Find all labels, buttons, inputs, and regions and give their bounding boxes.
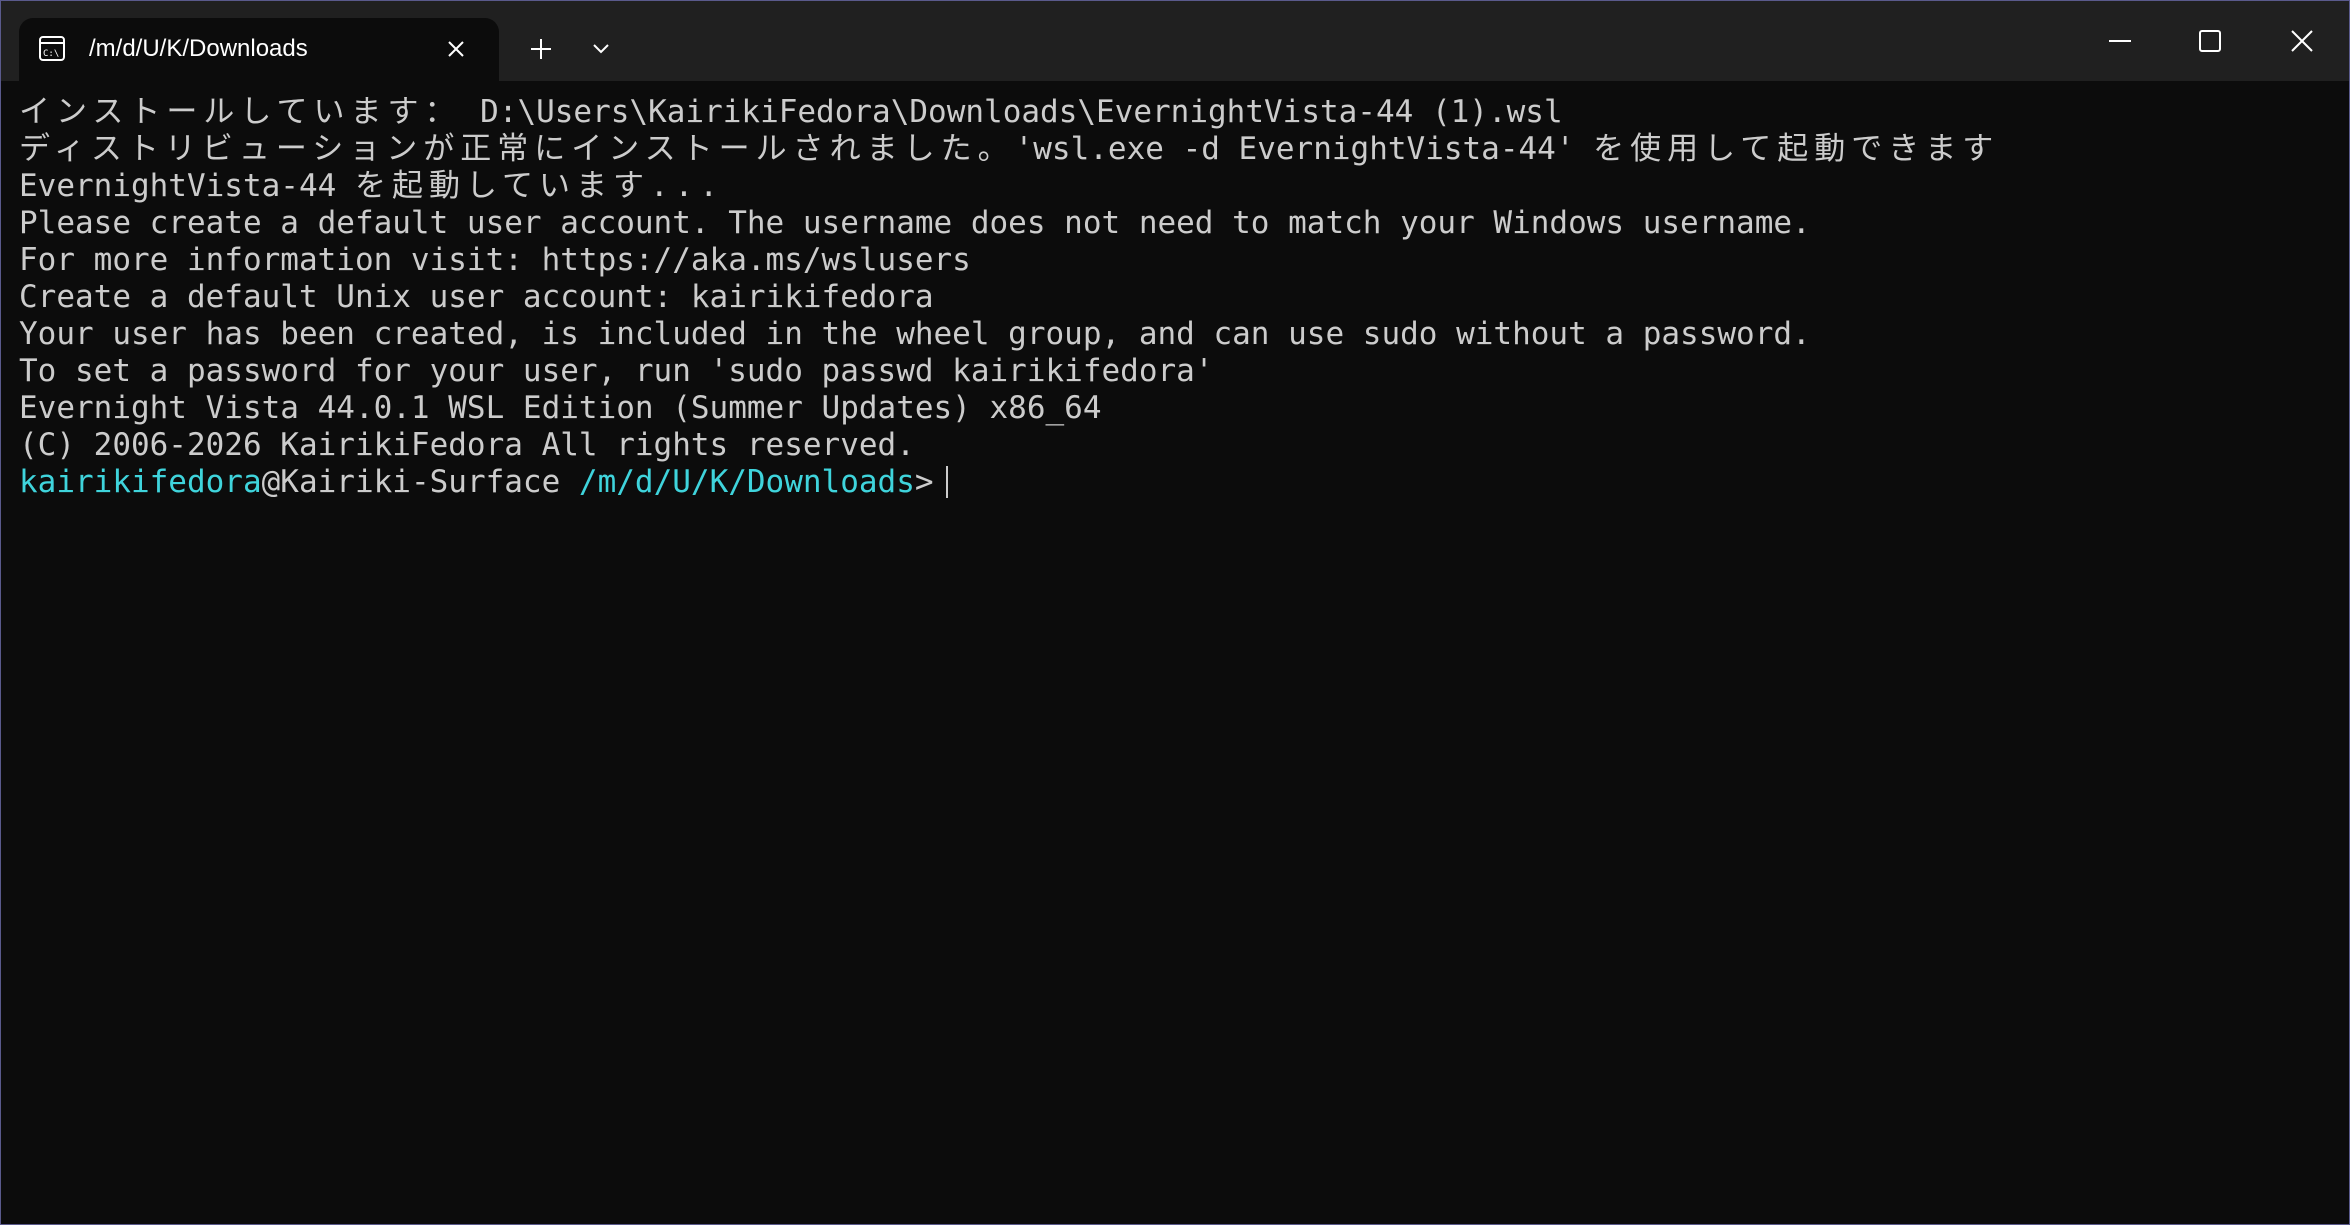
plus-icon[interactable] <box>521 29 561 69</box>
prompt-user: kairikifedora <box>19 464 262 500</box>
output-line: EvernightVista-44 を起動しています... <box>19 168 725 204</box>
output-line: ディストリビューションが正常にインストールされました。'wsl.exe -d E… <box>19 131 2000 167</box>
close-icon[interactable] <box>2277 16 2327 66</box>
output-line: Evernight Vista 44.0.1 WSL Edition (Summ… <box>19 390 1102 426</box>
output-line: インストールしています： D:\Users\KairikiFedora\Down… <box>19 94 1563 130</box>
tab-title: /m/d/U/K/Downloads <box>89 35 308 62</box>
maximize-icon[interactable] <box>2185 16 2235 66</box>
output-line: Your user has been created, is included … <box>19 316 1811 352</box>
output-line: To set a password for your user, run 'su… <box>19 353 1214 389</box>
output-line: Create a default Unix user account: kair… <box>19 279 934 315</box>
prompt-host: @Kairiki-Surface <box>261 464 579 500</box>
tab-close-icon[interactable] <box>439 32 473 66</box>
text-cursor <box>945 466 948 498</box>
chevron-down-icon[interactable] <box>581 29 621 69</box>
terminal-window: C:\ /m/d/U/K/Downloads インストールしています： D:\U… <box>0 0 2350 1225</box>
minimize-icon[interactable] <box>2095 16 2145 66</box>
svg-text:C:\: C:\ <box>43 49 59 59</box>
output-line: Please create a default user account. Th… <box>19 205 1811 241</box>
terminal-output[interactable]: インストールしています： D:\Users\KairikiFedora\Down… <box>19 94 2339 1214</box>
prompt-symbol: > <box>914 464 934 500</box>
terminal-icon: C:\ <box>39 36 65 61</box>
title-bar[interactable]: C:\ /m/d/U/K/Downloads <box>1 1 2349 81</box>
output-line: (C) 2006-2026 KairikiFedora All rights r… <box>19 427 915 463</box>
output-line: For more information visit: https://aka.… <box>19 242 971 278</box>
prompt-path: /m/d/U/K/Downloads <box>578 464 915 500</box>
tab-downloads[interactable]: C:\ /m/d/U/K/Downloads <box>19 18 499 81</box>
prompt-line[interactable]: kairikifedora@Kairiki-Surface /m/d/U/K/D… <box>19 464 2339 501</box>
